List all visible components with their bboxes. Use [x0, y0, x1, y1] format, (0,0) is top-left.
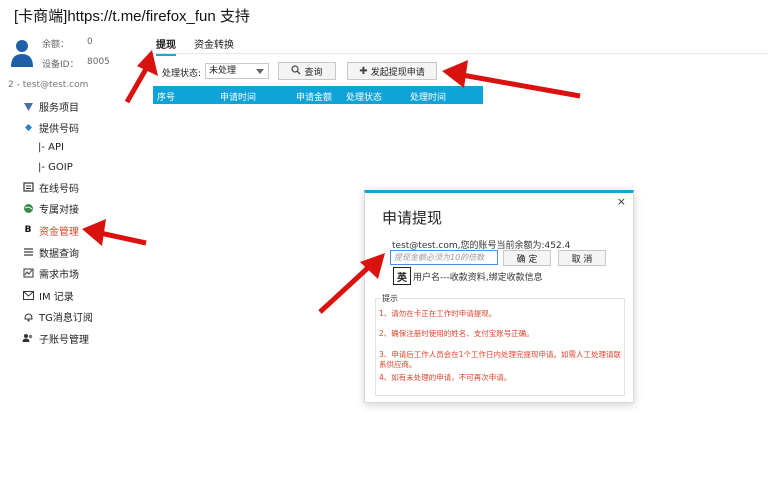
col-index: 序号	[157, 93, 176, 103]
dropdown-diamond-icon	[22, 121, 34, 133]
sidebar-item-label: IM 记录	[39, 291, 74, 303]
user-avatar-icon	[11, 40, 33, 67]
user-line: 2 - test@test.com	[8, 80, 89, 90]
list-icon	[22, 246, 34, 258]
toolbar: 处理状态: 未处理 查询 ✚ 发起提现申请	[150, 60, 768, 84]
sidebar-item-label: 服务项目	[39, 102, 79, 114]
col-process-time: 处理时间	[410, 93, 447, 103]
withdraw-table-header: 序号 申请时间 申请金额 处理状态 处理时间	[153, 86, 483, 104]
bind-payment-text[interactable]: 用户名---收款资料,绑定收款信息	[413, 270, 543, 283]
sidebar-item-label: TG消息订阅	[39, 312, 93, 324]
col-amount: 申请金额	[296, 93, 333, 103]
plus-icon: ✚	[359, 65, 368, 77]
tips-title: 提示	[380, 293, 400, 304]
sidebar: 余额： 0 设备ID： 8005 2 - test@test.com 服务项目 …	[0, 32, 150, 495]
users-icon	[22, 332, 34, 344]
sidebar-item-data-query[interactable]: 数据查询	[22, 243, 79, 261]
service-icon	[22, 100, 34, 112]
col-status: 处理状态	[346, 93, 383, 103]
sidebar-item-exclusive[interactable]: 专属对接	[22, 199, 79, 217]
window-title: [卡商端]https://t.me/firefox_fun 支持	[14, 8, 250, 25]
sidebar-item-label: 专属对接	[39, 204, 79, 216]
bell-icon	[22, 310, 34, 322]
tip-item: 4、如有未处理的申请，不可再次申请。	[379, 373, 512, 382]
globe-icon	[22, 202, 34, 214]
tab-withdraw[interactable]: 提现	[156, 36, 176, 56]
sidebar-item-label: 子账号管理	[39, 334, 89, 346]
bold-b-icon: B	[24, 225, 32, 235]
chart-icon	[22, 267, 34, 279]
apply-withdraw-button[interactable]: ✚ 发起提现申请	[347, 62, 437, 80]
app-window: [卡商端]https://t.me/firefox_fun 支持 余额： 0 设…	[0, 0, 768, 495]
title-bar: [卡商端]https://t.me/firefox_fun 支持	[0, 0, 768, 32]
sidebar-item-label: 资金管理	[39, 226, 79, 238]
sidebar-item-funds[interactable]: B 资金管理	[22, 221, 79, 239]
sidebar-item-api[interactable]: |- API	[38, 138, 64, 156]
online-number-icon	[22, 181, 34, 193]
sidebar-item-im-log[interactable]: IM 记录	[22, 286, 74, 304]
tip-item: 2、确保注册时使用的姓名、支付宝账号正确。	[379, 329, 534, 338]
tab-bar: 提现 资金转换	[150, 32, 768, 56]
balance-value: 0	[87, 37, 93, 47]
tip-item: 1、请勿在卡正在工作时申请提现。	[379, 309, 497, 318]
status-filter-label: 处理状态:	[162, 69, 202, 79]
amount-input[interactable]: 提现金额必须为10的倍数	[390, 250, 498, 265]
sidebar-item-service[interactable]: 服务项目	[22, 97, 79, 115]
device-label: 设备ID：	[42, 60, 79, 70]
sidebar-item-sub-accounts[interactable]: 子账号管理	[22, 329, 89, 347]
query-button-label: 查询	[304, 67, 323, 78]
tab-fund-transfer[interactable]: 资金转换	[194, 36, 234, 51]
confirm-button[interactable]: 确 定	[503, 250, 551, 266]
dialog-title: 申请提现	[382, 209, 443, 227]
status-filter-select[interactable]: 未处理	[205, 63, 269, 79]
cancel-button[interactable]: 取 消	[558, 250, 606, 266]
tips-box: 提示 1、请勿在卡正在工作时申请提现。 2、确保注册时使用的姓名、支付宝账号正确…	[375, 293, 625, 396]
sidebar-item-online-number[interactable]: 在线号码	[22, 178, 79, 196]
sidebar-item-market[interactable]: 需求市场	[22, 264, 79, 282]
query-button[interactable]: 查询	[278, 62, 336, 80]
tip-item: 3、申请后工作人员会在1个工作日内处理完提现申请。如需人工处理请联系供应商。	[379, 350, 622, 369]
search-icon	[291, 64, 301, 78]
sidebar-item-goip[interactable]: |- GOIP	[38, 158, 73, 176]
apply-withdraw-label: 发起提现申请	[370, 67, 425, 78]
sidebar-item-label: 在线号码	[39, 183, 79, 195]
sidebar-item-label: 提供号码	[39, 123, 79, 135]
col-apply-time: 申请时间	[220, 93, 257, 103]
balance-label: 余额：	[42, 40, 70, 50]
withdraw-dialog: × 申请提现 test@test.com,您的账号当前余额为:452.4 提现金…	[364, 190, 634, 403]
mail-icon	[22, 289, 34, 301]
status-filter-value: 未处理	[209, 66, 237, 76]
sidebar-item-label: |- API	[38, 141, 64, 153]
close-icon[interactable]: ×	[617, 195, 626, 208]
sidebar-item-provide-number[interactable]: 提供号码	[22, 118, 79, 136]
sidebar-item-label: 需求市场	[39, 269, 79, 281]
device-value: 8005	[87, 57, 110, 67]
sidebar-item-tg-subscribe[interactable]: TG消息订阅	[22, 307, 93, 325]
sidebar-item-label: |- GOIP	[38, 161, 73, 173]
ime-indicator: 英	[393, 267, 411, 285]
chevron-down-icon	[256, 69, 264, 74]
sidebar-item-label: 数据查询	[39, 248, 79, 260]
